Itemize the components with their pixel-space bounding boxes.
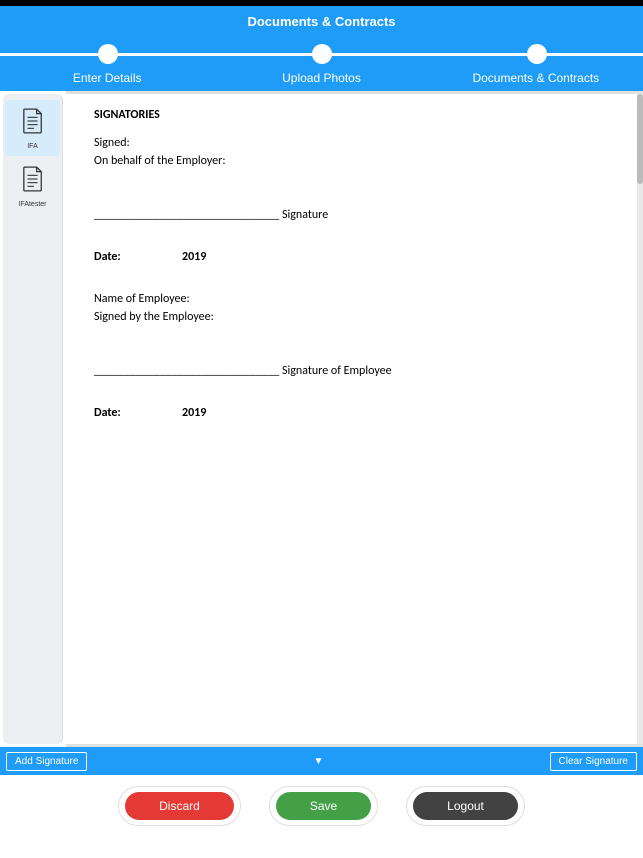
add-signature-button[interactable]: Add Signature — [6, 752, 87, 771]
signature-toolbar: Add Signature ▼ Clear Signature — [0, 747, 643, 775]
date-label: Date: — [94, 250, 182, 264]
document-icon — [22, 108, 44, 139]
discard-button[interactable]: Discard — [125, 792, 234, 820]
stepper: Enter Details Upload Photos Documents & … — [0, 41, 643, 91]
employer-date-row: Date: 2019 — [94, 250, 612, 264]
step-label-3[interactable]: Documents & Contracts — [429, 71, 643, 85]
sidebar: IFA IFAtester — [3, 94, 63, 744]
step-label-2[interactable]: Upload Photos — [214, 71, 428, 85]
document-icon — [22, 166, 44, 197]
sidebar-item-ifa[interactable]: IFA — [5, 100, 60, 156]
scrollbar[interactable] — [637, 94, 643, 744]
logout-wrap: Logout — [406, 786, 525, 826]
sidebar-item-label: IFA — [27, 143, 38, 150]
signature-underline: _______________________________ — [94, 208, 279, 222]
document-page: SIGNATORIES Signed: On behalf of the Emp… — [66, 94, 640, 744]
step-circle-1[interactable] — [98, 44, 118, 64]
employee-signed-label: Signed by the Employee: — [94, 310, 612, 324]
step-circle-3[interactable] — [527, 44, 547, 64]
step-label-1[interactable]: Enter Details — [0, 71, 214, 85]
clear-signature-button[interactable]: Clear Signature — [550, 752, 637, 771]
sidebar-item-ifatester[interactable]: IFAtester — [5, 158, 60, 214]
employer-behalf-label: On behalf of the Employer: — [94, 154, 612, 168]
sidebar-item-label: IFAtester — [18, 201, 46, 208]
signature-underline: _______________________________ — [94, 364, 279, 378]
step-labels: Enter Details Upload Photos Documents & … — [0, 71, 643, 85]
signed-label: Signed: — [94, 136, 612, 150]
employee-signature-line: _______________________________ Signatur… — [94, 364, 612, 378]
date-year: 2019 — [182, 250, 206, 264]
save-button[interactable]: Save — [276, 792, 371, 820]
signatories-heading: SIGNATORIES — [94, 108, 612, 122]
date-year: 2019 — [182, 406, 206, 420]
content-area: IFA IFAtester SIGNATORIES Signed: On beh… — [0, 91, 643, 747]
logout-button[interactable]: Logout — [413, 792, 518, 820]
document-viewport[interactable]: SIGNATORIES Signed: On behalf of the Emp… — [66, 91, 643, 747]
step-circle-2[interactable] — [312, 44, 332, 64]
employee-signature-label: Signature of Employee — [282, 364, 392, 378]
signature-label: Signature — [282, 208, 328, 222]
page-title: Documents & Contracts — [0, 14, 643, 41]
employee-name-label: Name of Employee: — [94, 292, 612, 306]
scroll-thumb[interactable] — [637, 94, 643, 184]
employee-date-row: Date: 2019 — [94, 406, 612, 420]
date-label: Date: — [94, 406, 182, 420]
save-wrap: Save — [269, 786, 378, 826]
dropdown-caret-icon[interactable]: ▼ — [314, 756, 324, 767]
footer: Discard Save Logout — [0, 775, 643, 837]
employer-signature-line: _______________________________ Signatur… — [94, 208, 612, 222]
header: Documents & Contracts — [0, 6, 643, 41]
discard-wrap: Discard — [118, 786, 241, 826]
